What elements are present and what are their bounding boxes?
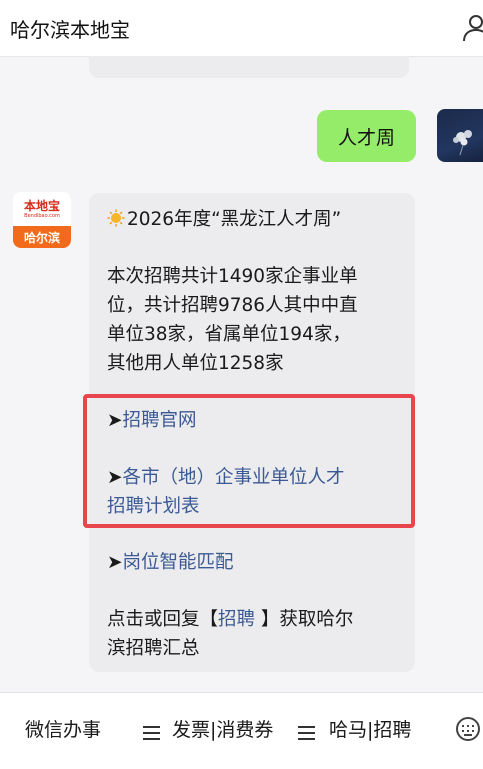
logo-city: 哈尔滨 [13, 226, 71, 248]
chat-area[interactable]: 人才周 本地宝 Bendibao.com 哈尔滨 2026年度“黑龙江人才周” [0, 56, 483, 692]
arrow-icon: ➤ [107, 552, 123, 573]
sun-icon [107, 209, 125, 227]
bot-message-title-line: 2026年度“黑龙江人才周” [107, 205, 341, 234]
logo-domain: Bendibao.com [24, 212, 60, 219]
bottom-menu-bar: 微信办事 发票|消费券 哈马|招聘 [0, 692, 483, 769]
smart-match-link[interactable]: 岗位智能匹配 [123, 552, 234, 573]
top-bar: 哈尔滨本地宝 [0, 0, 483, 57]
menu-hama-recruitment[interactable]: 哈马|招聘 [329, 715, 411, 742]
user-message-bubble[interactable]: 人才周 [317, 110, 416, 162]
menu-wechat-services[interactable]: 微信办事 [25, 715, 101, 742]
body-line: 位，共计招聘9786人其中中直 [107, 295, 358, 316]
logo-top: 本地宝 Bendibao.com [13, 192, 71, 226]
reply-suffix: 】获取哈尔 [255, 609, 354, 630]
menu-list-icon [298, 726, 315, 740]
body-line: 其他用人单位1258家 [107, 353, 284, 374]
logo-brand: 本地宝 [23, 198, 60, 213]
reply-hint-line-2: 滨招聘汇总 [107, 638, 200, 659]
body-line: 单位38家，省属单位194家， [107, 324, 351, 345]
profile-icon[interactable] [463, 14, 483, 42]
previous-message-bubble [89, 56, 409, 78]
page-title: 哈尔滨本地宝 [10, 17, 130, 42]
body-line: 本次招聘共计1490家企事业单 [107, 266, 358, 287]
keyboard-icon[interactable] [456, 717, 480, 741]
reply-prefix: 点击或回复【 [107, 609, 219, 630]
highlight-annotation [83, 394, 415, 528]
reply-keyword-link[interactable]: 招聘 [218, 609, 255, 630]
user-avatar[interactable] [437, 109, 483, 162]
bot-avatar[interactable]: 本地宝 Bendibao.com 哈尔滨 [13, 192, 71, 248]
bot-message-title: 2026年度“黑龙江人才周” [127, 209, 342, 230]
flower-icon [453, 130, 472, 156]
menu-list-icon [143, 726, 160, 740]
menu-invoice-coupons[interactable]: 发票|消费券 [172, 715, 273, 742]
user-message-text: 人才周 [337, 126, 395, 149]
smart-match-line: ➤岗位智能匹配 [107, 548, 234, 577]
reply-hint-line: 点击或回复【招聘 】获取哈尔 [107, 605, 353, 634]
